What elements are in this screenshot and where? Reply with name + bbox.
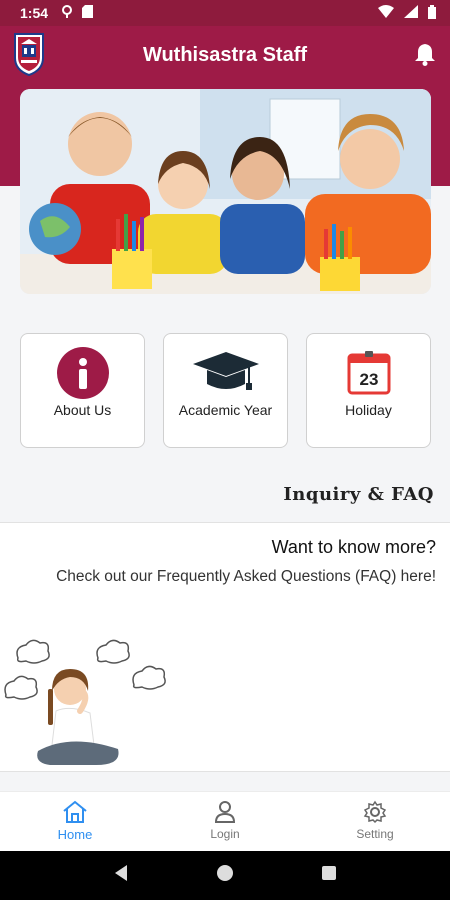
nav-setting-label: Setting bbox=[356, 827, 394, 841]
nav-setting[interactable]: Setting bbox=[300, 792, 450, 851]
academic-year-tile[interactable]: Academic Year bbox=[163, 333, 288, 448]
back-icon[interactable] bbox=[113, 864, 129, 887]
gear-icon bbox=[362, 800, 388, 824]
faq-heading: Want to know more? bbox=[271, 537, 436, 557]
nav-login[interactable]: Login bbox=[150, 792, 300, 851]
nav-login-label: Login bbox=[210, 827, 240, 841]
sd-card-icon bbox=[82, 5, 94, 21]
notification-bell-icon[interactable] bbox=[414, 42, 436, 66]
status-time: 1:54 bbox=[20, 5, 49, 21]
home-button-icon[interactable] bbox=[216, 864, 234, 887]
user-icon bbox=[212, 800, 238, 824]
faq-description: Check out our Frequently Asked Questions… bbox=[56, 568, 436, 585]
wifi-icon bbox=[378, 5, 394, 21]
graduation-cap-icon bbox=[164, 346, 287, 400]
about-us-label: About Us bbox=[53, 402, 112, 418]
academic-year-label: Academic Year bbox=[178, 402, 273, 418]
status-bar: 1:54 bbox=[0, 0, 450, 26]
signal-icon bbox=[404, 5, 418, 21]
battery-icon bbox=[428, 4, 436, 22]
about-us-tile[interactable]: About Us bbox=[20, 333, 145, 448]
calendar-day-number: 23 bbox=[359, 370, 378, 389]
recents-icon[interactable] bbox=[321, 865, 337, 886]
location-icon bbox=[62, 5, 73, 21]
nav-home-label: Home bbox=[57, 827, 93, 842]
banner-image bbox=[20, 89, 431, 294]
bottom-navigation: Home Login Setting bbox=[0, 791, 450, 851]
nav-home[interactable]: Home bbox=[0, 792, 150, 851]
app-title: Wuthisastra Staff bbox=[142, 44, 308, 66]
info-icon bbox=[21, 346, 144, 400]
holiday-tile[interactable]: 23 Holiday bbox=[306, 333, 431, 448]
faq-card[interactable]: Want to know more? Check out our Frequen… bbox=[0, 522, 450, 772]
holiday-label: Holiday bbox=[345, 402, 392, 418]
home-icon bbox=[62, 800, 88, 824]
thinking-girl-illustration bbox=[0, 633, 175, 773]
calendar-icon: 23 bbox=[307, 346, 430, 400]
inquiry-faq-title: Inquiry & FAQ bbox=[283, 484, 434, 505]
system-navigation-bar bbox=[0, 851, 450, 900]
